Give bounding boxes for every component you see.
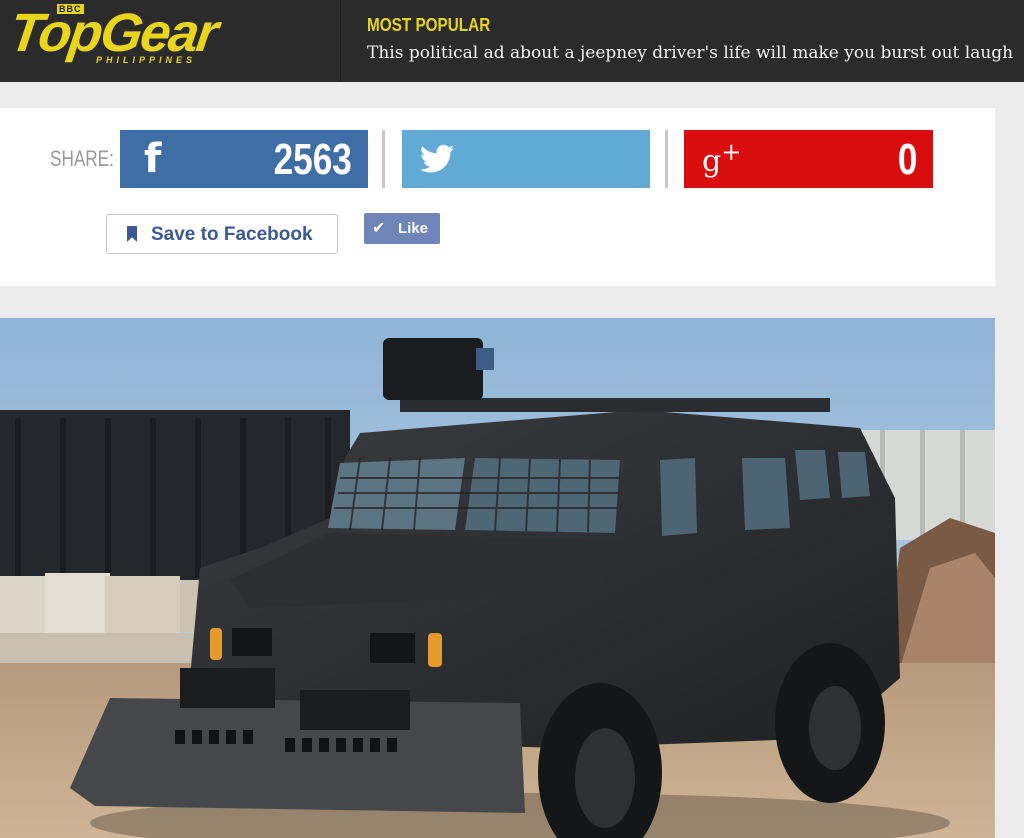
topgear-logo[interactable]: TopGear BBC PHILIPPINES	[0, 0, 340, 82]
share-separator	[665, 130, 668, 188]
facebook-share-button[interactable]: f 2563	[120, 130, 368, 188]
bookmark-icon	[127, 226, 137, 242]
site-header: TopGear BBC PHILIPPINES MOST POPULAR Thi…	[0, 0, 1024, 82]
most-popular-label: MOST POPULAR	[367, 15, 491, 35]
facebook-icon: f	[144, 136, 162, 182]
facebook-share-count: 2563	[273, 135, 352, 184]
article-hero-image	[0, 318, 995, 838]
logo-bbc-badge: BBC	[57, 4, 84, 14]
most-popular-headline-link[interactable]: This political ad about a jeepney driver…	[367, 43, 1013, 63]
googleplus-share-count: 0	[897, 135, 917, 184]
twitter-share-button[interactable]	[402, 130, 650, 188]
share-label: SHARE:	[50, 146, 114, 171]
logo-subtitle: PHILIPPINES	[96, 55, 197, 65]
header-divider	[340, 0, 341, 82]
googleplus-share-button[interactable]: g+ 0	[684, 130, 933, 188]
twitter-icon	[420, 144, 454, 173]
armored-vehicle-photo	[0, 318, 995, 838]
share-separator	[382, 130, 385, 188]
facebook-like-button[interactable]: ✔ Like	[364, 213, 440, 244]
share-panel: SHARE: f 2563 g+ 0 Save to Facebook ✔ Li…	[0, 108, 995, 286]
check-icon: ✔	[372, 220, 386, 237]
googleplus-icon: g+	[702, 138, 742, 179]
save-to-facebook-label: Save to Facebook	[151, 224, 313, 245]
like-label: Like	[398, 220, 429, 237]
save-to-facebook-button[interactable]: Save to Facebook	[106, 214, 338, 254]
